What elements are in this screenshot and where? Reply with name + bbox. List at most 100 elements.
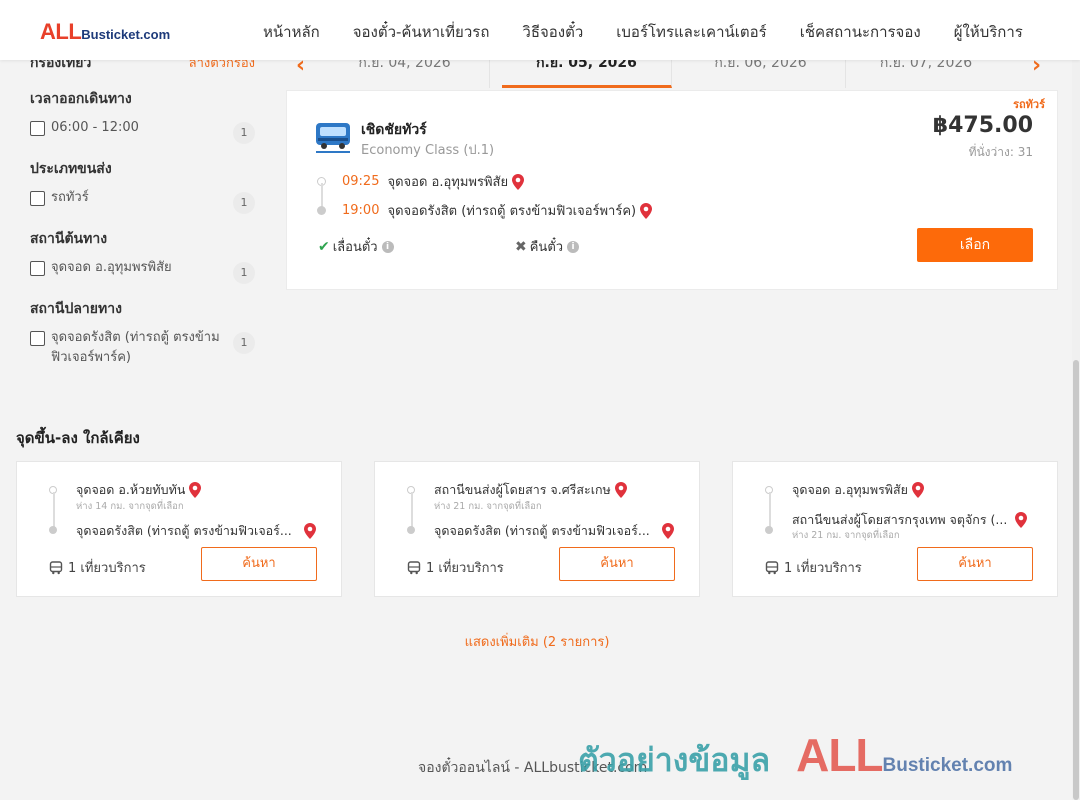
filter-checkbox[interactable] — [30, 261, 45, 276]
nearby-card: จุดจอด อ.อุทุมพรพิสัย สถานีขนส่งผู้โดยสา… — [732, 461, 1058, 597]
filter-count-badge: 1 — [233, 262, 255, 284]
filter-group-transport-type: ประเภทขนส่ง รถทัวร์ 1 — [30, 158, 255, 214]
map-pin-icon[interactable] — [614, 482, 627, 498]
departure-time: 09:25 — [342, 174, 380, 189]
filter-group-title: สถานีต้นทาง — [30, 231, 108, 247]
route-end-dot — [317, 206, 326, 215]
filter-count-badge: 1 — [233, 122, 255, 144]
nearby-distance: ห่าง 21 กม. จากจุดที่เลือก — [434, 501, 542, 512]
filter-group-origin: สถานีต้นทาง จุดจอด อ.อุทุมพรพิสัย 1 — [30, 228, 255, 284]
filter-option-label[interactable]: จุดจอด อ.อุทุมพรพิสัย — [51, 258, 233, 278]
map-pin-icon[interactable] — [1015, 512, 1028, 528]
filter-option-label[interactable]: จุดจอดรังสิต (ท่ารถตู้ ตรงข้ามฟิวเจอร์พา… — [51, 328, 233, 368]
nearby-to: จุดจอดรังสิต (ท่ารถตู้ ตรงข้ามฟิวเจอร์..… — [76, 521, 316, 541]
filter-group-title: สถานีปลายทาง — [30, 301, 122, 317]
info-icon[interactable]: i — [381, 240, 394, 253]
nearby-from: จุดจอด อ.อุทุมพรพิสัย — [792, 480, 924, 500]
filter-group-title: เวลาออกเดินทาง — [30, 91, 132, 107]
reschedule-label: เลื่อนตั๋ว — [332, 240, 378, 255]
filter-option[interactable]: 06:00 - 12:00 1 — [30, 120, 255, 144]
arrival-stop-name: จุดจอดรังสิต (ท่ารถตู้ ตรงข้ามฟิวเจอร์พา… — [387, 204, 637, 219]
refund-label: คืนตั๋ว — [529, 240, 564, 255]
nearby-card: จุดจอด อ.ห้วยทับทัน ห่าง 14 กม. จากจุดที… — [16, 461, 342, 597]
operator-class: Economy Class (ป.1) — [361, 143, 495, 158]
filter-option-label[interactable]: รถทัวร์ — [51, 188, 233, 208]
nearby-to-name: สถานีขนส่งผู้โดยสารกรุงเทพ จตุจักร (... — [792, 512, 1008, 527]
nearby-from: จุดจอด อ.ห้วยทับทัน — [76, 480, 202, 500]
map-pin-icon[interactable] — [640, 202, 653, 219]
select-trip-button[interactable]: เลือก — [917, 228, 1033, 262]
filter-option[interactable]: จุดจอดรังสิต (ท่ารถตู้ ตรงข้ามฟิวเจอร์พา… — [30, 330, 255, 368]
nav-contact[interactable]: เบอร์โทรและเคาน์เตอร์ — [616, 20, 766, 44]
nearby-to: สถานีขนส่งผู้โดยสารกรุงเทพ จตุจักร (... — [792, 510, 1028, 530]
bus-type-label: รถทัวร์ — [1013, 98, 1045, 111]
cross-icon: ✖ — [515, 238, 527, 255]
nearby-card: สถานีขนส่งผู้โดยสาร จ.ศรีสะเกษ ห่าง 21 ก… — [374, 461, 700, 597]
scrollbar-thumb[interactable] — [1073, 360, 1079, 800]
nearby-to: จุดจอดรังสิต (ท่ารถตู้ ตรงข้ามฟิวเจอร์..… — [434, 521, 674, 541]
nearby-search-button[interactable]: ค้นหา — [917, 547, 1033, 581]
nearby-from: สถานีขนส่งผู้โดยสาร จ.ศรีสะเกษ — [434, 480, 627, 500]
nav-status[interactable]: เช็คสถานะการจอง — [800, 20, 921, 44]
nearby-trips-count: 1 เที่ยวบริการ — [784, 561, 862, 576]
reschedule-policy: ✔ เลื่อนตั๋ว i — [318, 236, 394, 257]
bus-icon — [765, 560, 779, 574]
route-end-dot — [765, 526, 773, 534]
nearby-trips-count: 1 เที่ยวบริการ — [68, 561, 146, 576]
nav-home[interactable]: หน้าหลัก — [263, 20, 320, 44]
route-end-dot — [407, 526, 415, 534]
filter-checkbox[interactable] — [30, 191, 45, 206]
page-scrollbar[interactable] — [1072, 60, 1080, 800]
check-icon: ✔ — [318, 238, 330, 255]
show-more-link[interactable]: แสดงเพิ่มเติม (2 รายการ) — [0, 631, 1074, 652]
trip-card: รถทัวร์ เชิดชัยทัวร์ Economy Class (ป.1)… — [286, 90, 1058, 290]
site-logo[interactable]: ALL Busticket.com — [40, 19, 170, 45]
logo-rest: Busticket.com — [81, 27, 171, 42]
watermark-all: ALL — [796, 729, 883, 781]
nav-booking[interactable]: จองตั๋ว-ค้นหาเที่ยวรถ — [353, 20, 490, 44]
operator-name: เชิดชัยทัวร์ — [361, 122, 427, 138]
nearby-distance: ห่าง 14 กม. จากจุดที่เลือก — [76, 501, 184, 512]
watermark-thai: ตัวอย่างข้อมูล — [578, 741, 771, 779]
trip-price: ฿475.00 — [932, 113, 1033, 138]
bus-icon — [49, 560, 63, 574]
route-line — [53, 492, 55, 530]
filter-group-destination: สถานีปลายทาง จุดจอดรังสิต (ท่ารถตู้ ตรงข… — [30, 298, 255, 368]
info-icon[interactable]: i — [567, 240, 580, 253]
map-pin-icon[interactable] — [911, 482, 924, 498]
filter-count-badge: 1 — [233, 192, 255, 214]
nearby-search-button[interactable]: ค้นหา — [201, 547, 317, 581]
map-pin-icon[interactable] — [189, 482, 202, 498]
refund-policy: ✖ คืนตั๋ว i — [515, 236, 580, 257]
filter-option[interactable]: รถทัวร์ 1 — [30, 190, 255, 214]
seats-available: ที่นั่งว่าง: 31 — [968, 145, 1033, 159]
logo-all: ALL — [40, 19, 82, 44]
filter-checkbox[interactable] — [30, 121, 45, 136]
nearby-trips: 1 เที่ยวบริการ — [407, 557, 504, 578]
main-nav: หน้าหลัก จองตั๋ว-ค้นหาเที่ยวรถ วิธีจองตั… — [263, 20, 1023, 44]
sample-data-watermark: ตัวอย่างข้อมูล ALL Busticket.com — [578, 728, 1012, 786]
map-pin-icon[interactable] — [512, 173, 525, 190]
arrival-stop: 19:00 จุดจอดรังสิต (ท่ารถตู้ ตรงข้ามฟิวเ… — [342, 200, 653, 221]
departure-stop-name: จุดจอด อ.อุทุมพรพิสัย — [387, 175, 509, 190]
filter-option-label[interactable]: 06:00 - 12:00 — [51, 118, 233, 138]
filter-checkbox[interactable] — [30, 331, 45, 346]
watermark-rest: Busticket.com — [882, 755, 1013, 776]
nav-operators[interactable]: ผู้ให้บริการ — [954, 20, 1023, 44]
nearby-search-button[interactable]: ค้นหา — [559, 547, 675, 581]
map-pin-icon[interactable] — [661, 523, 674, 539]
nearby-to-name: จุดจอดรังสิต (ท่ารถตู้ ตรงข้ามฟิวเจอร์..… — [76, 523, 292, 538]
filter-option[interactable]: จุดจอด อ.อุทุมพรพิสัย 1 — [30, 260, 255, 284]
departure-stop: 09:25 จุดจอด อ.อุทุมพรพิสัย — [342, 171, 525, 192]
route-end-dot — [49, 526, 57, 534]
map-pin-icon[interactable] — [303, 523, 316, 539]
nearby-title: จุดขึ้น-ลง ใกล้เคียง — [16, 429, 140, 447]
filter-group-departure-time: เวลาออกเดินทาง 06:00 - 12:00 1 — [30, 88, 255, 144]
operator-logo-icon — [316, 123, 350, 153]
filter-group-title: ประเภทขนส่ง — [30, 161, 112, 177]
nearby-trips: 1 เที่ยวบริการ — [765, 557, 862, 578]
route-line — [769, 492, 771, 530]
nearby-from-name: จุดจอด อ.อุทุมพรพิสัย — [792, 482, 908, 497]
filter-sidebar: กรองเที่ยว ล้างตัวกรอง เวลาออกเดินทาง 06… — [30, 52, 255, 368]
nav-how-to[interactable]: วิธีจองตั๋ว — [522, 20, 583, 44]
